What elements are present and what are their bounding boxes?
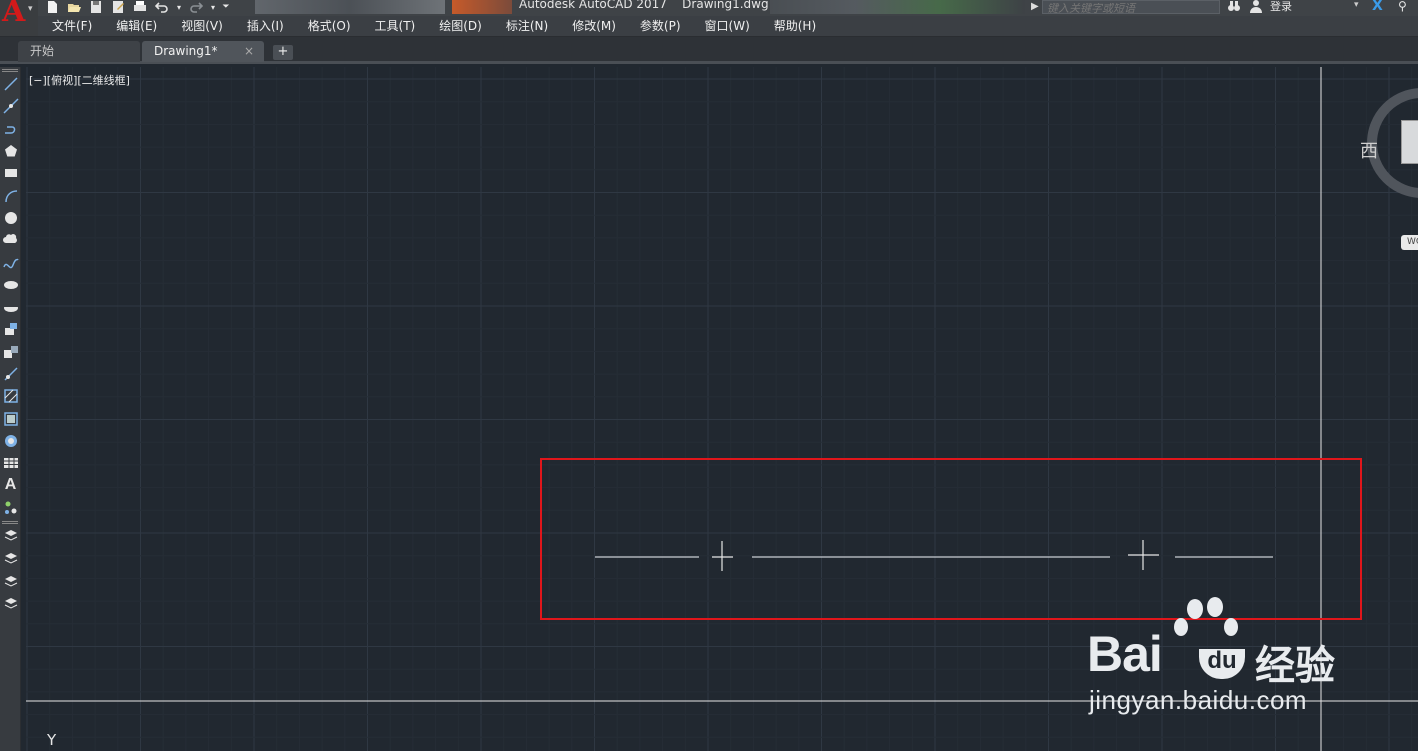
- point-icon[interactable]: [1, 363, 20, 385]
- file-tab-bar: 开始 Drawing1* × +: [0, 37, 1418, 64]
- grid: [26, 67, 1418, 751]
- user-icon[interactable]: [1248, 0, 1264, 13]
- app-logo-icon[interactable]: A ▾: [0, 0, 38, 36]
- menu-parametric[interactable]: 参数(P): [628, 16, 693, 37]
- layer-tool-icon[interactable]: [1, 570, 20, 592]
- tab-drawing1[interactable]: Drawing1* ×: [142, 41, 264, 62]
- compass-west-label[interactable]: 西: [1360, 137, 1378, 163]
- draw-toolbar: A: [0, 67, 21, 751]
- table-icon[interactable]: [1, 452, 20, 474]
- save-as-icon[interactable]: [110, 0, 126, 14]
- redo-dropdown-icon[interactable]: ▾: [210, 0, 216, 14]
- polyline-icon[interactable]: [1, 118, 20, 140]
- toolbar-grip[interactable]: [2, 520, 18, 524]
- viewport-controls-label[interactable]: [−][俯视][二维线框]: [29, 72, 130, 88]
- menu-insert[interactable]: 插入(I): [235, 16, 296, 37]
- hatch-icon[interactable]: [1, 385, 20, 407]
- tab-label: 开始: [30, 44, 55, 58]
- menu-tools[interactable]: 工具(T): [363, 16, 428, 37]
- title-bar: ▾ ▾ ⏷ Autodesk AutoCAD 2017 Drawing1.dwg…: [0, 0, 1418, 16]
- binoculars-icon[interactable]: [1226, 0, 1242, 13]
- ucs-y-axis-label: Y: [47, 731, 57, 749]
- menu-view[interactable]: 视图(V): [169, 16, 235, 37]
- polygon-icon[interactable]: [1, 140, 20, 162]
- line-icon[interactable]: [1, 73, 20, 95]
- arc-icon[interactable]: [1, 184, 20, 206]
- revision-cloud-icon[interactable]: [1, 229, 20, 251]
- workspace-dropdown-icon[interactable]: ⏷: [222, 0, 230, 14]
- blurred-region: [770, 0, 1025, 14]
- make-block-icon[interactable]: [1, 341, 20, 363]
- menu-help[interactable]: 帮助(H): [762, 16, 828, 37]
- bookmark-icon[interactable]: ⚲: [1398, 0, 1407, 13]
- wcs-menu-button[interactable]: WCS: [1401, 235, 1418, 250]
- menu-modify[interactable]: 修改(M): [560, 16, 628, 37]
- gradient-icon[interactable]: [1, 407, 20, 429]
- login-link[interactable]: 登录: [1270, 0, 1292, 14]
- menu-file[interactable]: 文件(F): [40, 16, 104, 37]
- spline-icon[interactable]: [1, 251, 20, 273]
- rectangle-icon[interactable]: [1, 162, 20, 184]
- new-file-icon[interactable]: [44, 0, 60, 14]
- print-icon[interactable]: [132, 0, 148, 14]
- insert-block-icon[interactable]: [1, 318, 20, 340]
- menu-draw[interactable]: 绘图(D): [427, 16, 494, 37]
- app-menu-caret-icon: ▾: [28, 4, 33, 14]
- search-input[interactable]: [1043, 2, 1219, 15]
- redo-icon[interactable]: [188, 0, 204, 14]
- search-expand-icon[interactable]: ▶: [1031, 1, 1039, 12]
- menu-format[interactable]: 格式(O): [296, 16, 363, 37]
- tab-start[interactable]: 开始: [18, 41, 140, 62]
- blurred-region: [255, 0, 445, 14]
- new-tab-button[interactable]: +: [273, 45, 293, 60]
- ellipse-arc-icon[interactable]: [1, 296, 20, 318]
- add-selected-icon[interactable]: [1, 497, 20, 519]
- x-exchange-icon[interactable]: X: [1372, 0, 1383, 14]
- quick-access-toolbar: ▾ ▾ ⏷: [44, 0, 230, 14]
- highlight-rectangle: [540, 458, 1362, 620]
- toolbar-grip[interactable]: [2, 69, 18, 72]
- search-box[interactable]: [1042, 0, 1220, 15]
- blurred-region: [452, 0, 512, 14]
- login-dropdown-icon[interactable]: ▾: [1354, 0, 1359, 10]
- window-title: Autodesk AutoCAD 2017 Drawing1.dwg: [519, 0, 769, 11]
- multiline-text-icon[interactable]: A: [1, 474, 20, 496]
- layer-tool-icon[interactable]: [1, 547, 20, 569]
- circle-icon[interactable]: [1, 207, 20, 229]
- model-space: [26, 67, 1418, 751]
- menu-window[interactable]: 窗口(W): [693, 16, 762, 37]
- layer-tool-icon[interactable]: [1, 525, 20, 547]
- menu-bar: 文件(F) 编辑(E) 视图(V) 插入(I) 格式(O) 工具(T) 绘图(D…: [0, 16, 1418, 37]
- ellipse-icon[interactable]: [1, 274, 20, 296]
- menu-dimension[interactable]: 标注(N): [494, 16, 560, 37]
- menu-edit[interactable]: 编辑(E): [104, 16, 169, 37]
- layer-tool-icon[interactable]: [1, 592, 20, 614]
- tab-label: Drawing1*: [154, 44, 218, 58]
- construction-line-icon[interactable]: [1, 95, 20, 117]
- open-file-icon[interactable]: [66, 0, 82, 14]
- close-icon[interactable]: ×: [244, 41, 254, 62]
- save-icon[interactable]: [88, 0, 104, 14]
- viewcube-face[interactable]: [1401, 120, 1418, 164]
- drawing-canvas[interactable]: [−][俯视][二维线框] 西 WCS Y: [26, 67, 1418, 751]
- undo-icon[interactable]: [154, 0, 170, 14]
- user-area: 登录: [1226, 0, 1292, 14]
- undo-dropdown-icon[interactable]: ▾: [176, 0, 182, 14]
- region-icon[interactable]: [1, 430, 20, 452]
